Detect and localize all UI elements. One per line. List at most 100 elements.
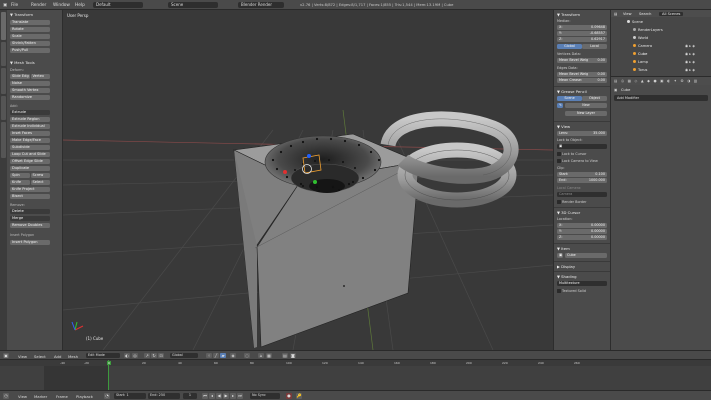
- timeline-menu-marker[interactable]: Marker: [34, 394, 47, 399]
- manipulator-translate-icon[interactable]: ↗: [144, 352, 150, 358]
- snap-target-icon[interactable]: ▦: [266, 352, 272, 358]
- menu-window[interactable]: Window: [53, 3, 70, 8]
- tab-create[interactable]: [1, 42, 6, 66]
- lock-object-field[interactable]: ▣: [557, 144, 607, 149]
- cursor-y-field[interactable]: Y: 0.00000: [557, 229, 607, 234]
- extrude-individual-button[interactable]: Extrude Individual: [10, 124, 50, 130]
- mean-bevel-weight-edge[interactable]: Mean Bevel Weig 0.00: [557, 72, 607, 77]
- menu-view[interactable]: View: [18, 354, 27, 359]
- knife-button[interactable]: Knife: [10, 180, 30, 186]
- screw-button[interactable]: Screw: [30, 173, 50, 179]
- timeline-menu-view[interactable]: View: [18, 394, 27, 399]
- clip-end-field[interactable]: End: 1000.000: [557, 178, 607, 183]
- shrink-fatten-button[interactable]: Shrink/Fatten: [10, 41, 50, 47]
- scene-select[interactable]: Scene: [168, 2, 218, 8]
- render-preview-icon[interactable]: ▤: [282, 352, 288, 358]
- view-header[interactable]: ▼ View: [557, 124, 570, 129]
- add-modifier-button[interactable]: Add Modifier: [614, 95, 708, 101]
- grease-new-button[interactable]: New: [565, 103, 607, 108]
- camera-render-icon[interactable]: ◙: [290, 352, 296, 358]
- menu-add[interactable]: Add: [54, 354, 61, 359]
- spin-button[interactable]: Spin: [10, 173, 30, 179]
- insert-polygon-button[interactable]: Insert Polygon: [10, 240, 50, 246]
- menu-render[interactable]: Render: [31, 3, 46, 8]
- start-frame-field[interactable]: Start: 1: [114, 393, 146, 399]
- torus-mesh[interactable]: [380, 111, 519, 208]
- cube-mesh[interactable]: [232, 133, 421, 349]
- auto-keying-record-icon[interactable]: ●: [286, 393, 292, 399]
- shading-mode-select[interactable]: Multitexture: [557, 281, 607, 286]
- outliner-item-torus[interactable]: Torus: [638, 68, 647, 72]
- translate-button[interactable]: Translate: [10, 20, 50, 26]
- render-border-checkbox[interactable]: [557, 200, 561, 204]
- mean-crease-field[interactable]: Mean Crease: 0.00: [557, 78, 607, 83]
- lock-cursor-checkbox[interactable]: [557, 152, 561, 156]
- knife-project-button[interactable]: Knife Project: [10, 187, 50, 193]
- menu-mesh[interactable]: Mesh: [68, 354, 78, 359]
- editor-type-icon[interactable]: ▣: [3, 3, 7, 8]
- outliner-search-menu[interactable]: Search: [639, 12, 651, 16]
- visibility-eye-icon[interactable]: ◉ ▸ ◈: [685, 44, 695, 48]
- inset-faces-button[interactable]: Inset Faces: [10, 131, 50, 137]
- outliner-scope-select[interactable]: All Scenes: [659, 11, 684, 16]
- tab-tools[interactable]: [1, 12, 6, 40]
- manipulator-x-handle[interactable]: [283, 170, 287, 174]
- 3d-cursor-header[interactable]: ▼ 3D Cursor: [557, 210, 580, 215]
- cursor-x-field[interactable]: X: 0.00000: [557, 223, 607, 228]
- mode-select[interactable]: Edit Mode: [86, 352, 120, 358]
- lock-camera-checkbox[interactable]: [557, 159, 561, 163]
- median-z-field[interactable]: Z: 0.62917: [557, 37, 607, 42]
- duplicate-button[interactable]: Duplicate: [10, 166, 50, 172]
- viewport-editor-icon[interactable]: ▣: [3, 352, 9, 358]
- properties-context-icons[interactable]: ▤ ◎ ▦ ◇ ▲ ◆ ● ▣ ◐ ✦ ⚙ ◑ ▥: [614, 79, 698, 83]
- median-x-field[interactable]: X: 0.09648: [557, 25, 607, 30]
- outliner-editor-icon[interactable]: ▤: [614, 12, 617, 16]
- vertex-select-icon[interactable]: ⁘: [206, 352, 212, 358]
- menu-help[interactable]: Help: [75, 3, 85, 8]
- lens-field[interactable]: Lens: 35.000: [557, 131, 607, 136]
- visibility-eye-icon[interactable]: ◉ ▸ ◈: [685, 68, 695, 72]
- rotate-button[interactable]: Rotate: [10, 27, 50, 33]
- shading-header[interactable]: ▼ Shading: [557, 274, 577, 279]
- menu-file[interactable]: File: [11, 3, 18, 8]
- loop-cut-slide-button[interactable]: Loop Cut and Slide: [10, 152, 50, 158]
- display-header[interactable]: ▶ Display: [557, 264, 575, 269]
- merge-dropdown[interactable]: Merge: [10, 216, 50, 222]
- menu-select[interactable]: Select: [34, 354, 46, 359]
- outliner-item-renderlayers[interactable]: RenderLayers: [638, 28, 663, 32]
- push-pull-button[interactable]: Push/Pull: [10, 48, 50, 54]
- outliner-item-world[interactable]: World: [638, 36, 648, 40]
- subdivide-button[interactable]: Subdivide: [10, 145, 50, 151]
- tab-options[interactable]: [1, 96, 6, 120]
- extrude-region-button[interactable]: Extrude Region: [10, 117, 50, 123]
- outliner-view-menu[interactable]: View: [623, 12, 632, 16]
- mesh-tools-header[interactable]: ▼ Mesh Tools: [10, 60, 35, 65]
- manipulator-y-handle[interactable]: [313, 180, 317, 184]
- manipulator-scale-icon[interactable]: ⊡: [158, 352, 164, 358]
- smooth-vertex-button[interactable]: Smooth Vertex: [10, 88, 50, 94]
- edge-select-icon[interactable]: ╱: [213, 352, 219, 358]
- knife-select-button[interactable]: Select: [30, 180, 50, 186]
- snap-icon[interactable]: ⌂: [258, 352, 264, 358]
- timeline[interactable]: -40 -20 0 20 40 60 80 100 120 140 160 18…: [0, 359, 711, 391]
- item-name-field[interactable]: Cube: [565, 253, 607, 258]
- tab-shading[interactable]: [1, 68, 6, 94]
- visibility-eye-icon[interactable]: ◉ ▸ ◈: [685, 52, 695, 56]
- visibility-eye-icon[interactable]: ◉ ▸ ◈: [685, 60, 695, 64]
- end-frame-field[interactable]: End: 250: [148, 393, 180, 399]
- noise-button[interactable]: Noise: [10, 81, 50, 87]
- global-toggle[interactable]: Global: [557, 44, 582, 49]
- manipulator-rotate-icon[interactable]: ↻: [151, 352, 157, 358]
- current-frame-field[interactable]: 1: [183, 393, 197, 399]
- scale-button[interactable]: Scale: [10, 34, 50, 40]
- pencil-icon[interactable]: ✎: [557, 103, 563, 108]
- offset-edge-slide-button[interactable]: Offset Edge Slide: [10, 159, 50, 165]
- grease-pencil-header[interactable]: ▼ Grease Pencil: [557, 89, 587, 94]
- item-header[interactable]: ▼ Item: [557, 246, 570, 251]
- local-toggle[interactable]: Local: [582, 44, 607, 49]
- proportional-edit-icon[interactable]: ◌: [244, 352, 250, 358]
- outliner-item-scene[interactable]: Scene: [632, 20, 643, 24]
- transform-orientation-select[interactable]: Global: [170, 352, 198, 358]
- render-engine-select[interactable]: Blender Render: [238, 2, 284, 8]
- timeline-menu-playback[interactable]: Playback: [76, 394, 93, 399]
